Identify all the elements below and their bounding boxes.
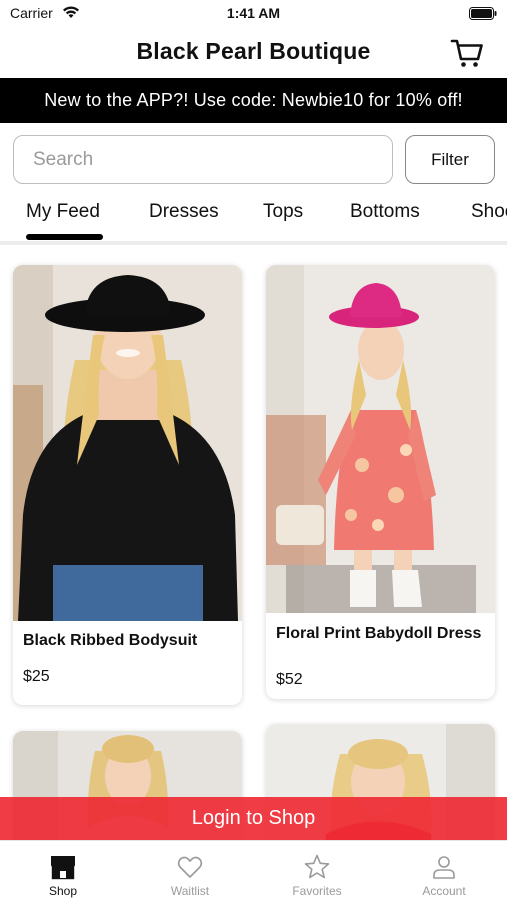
battery-icon [469,7,497,20]
product-card[interactable]: Floral Print Babydoll Dress $52 [266,265,495,699]
nav-label-waitlist: Waitlist [170,884,210,898]
nav-item-waitlist[interactable]: Waitlist [127,841,253,900]
product-image [13,265,242,621]
person-icon [433,856,455,879]
active-tab-indicator [26,234,103,240]
product-price: $52 [276,671,303,688]
cart-button[interactable] [449,34,485,70]
status-time: 1:41 AM [226,5,281,21]
heart-icon [177,856,203,878]
product-image [266,265,495,613]
search-input[interactable] [13,135,393,184]
nav-item-account[interactable]: Account [381,841,507,900]
tab-my-feed[interactable]: My Feed [26,201,100,223]
promo-banner: New to the APP?! Use code: Newbie10 for … [0,78,507,123]
promo-text: New to the APP?! Use code: Newbie10 for … [44,90,463,110]
category-tabs: My Feed Dresses Tops Bottoms Shoes [0,190,507,244]
product-name: Black Ribbed Bodysuit [23,632,198,649]
status-bar: Carrier 1:41 AM [0,0,507,28]
bottom-nav: Shop Waitlist Favorites Account [0,840,507,900]
login-to-shop-label: Login to Shop [191,807,316,829]
login-to-shop-button[interactable]: Login to Shop [0,797,507,840]
nav-item-favorites[interactable]: Favorites [254,841,380,900]
tab-bottoms[interactable]: Bottoms [350,201,420,223]
tab-dresses[interactable]: Dresses [149,201,219,223]
app-header: Black Pearl Boutique [0,30,507,76]
tabs-divider [0,241,507,245]
tab-shoes[interactable]: Shoes [471,201,507,223]
nav-label-favorites: Favorites [292,884,342,898]
product-price: $25 [23,668,50,685]
nav-label-shop: Shop [48,884,78,898]
app-title: Black Pearl Boutique [136,38,371,64]
cart-icon [450,39,483,67]
star-icon [304,854,330,879]
nav-item-shop[interactable]: Shop [0,841,126,900]
filter-button[interactable]: Filter [405,135,495,184]
nav-label-account: Account [422,884,466,898]
product-card[interactable]: Black Ribbed Bodysuit $25 [13,265,242,705]
store-icon [51,856,75,880]
tab-tops[interactable]: Tops [263,201,303,223]
product-name: Floral Print Babydoll Dress [276,625,482,642]
